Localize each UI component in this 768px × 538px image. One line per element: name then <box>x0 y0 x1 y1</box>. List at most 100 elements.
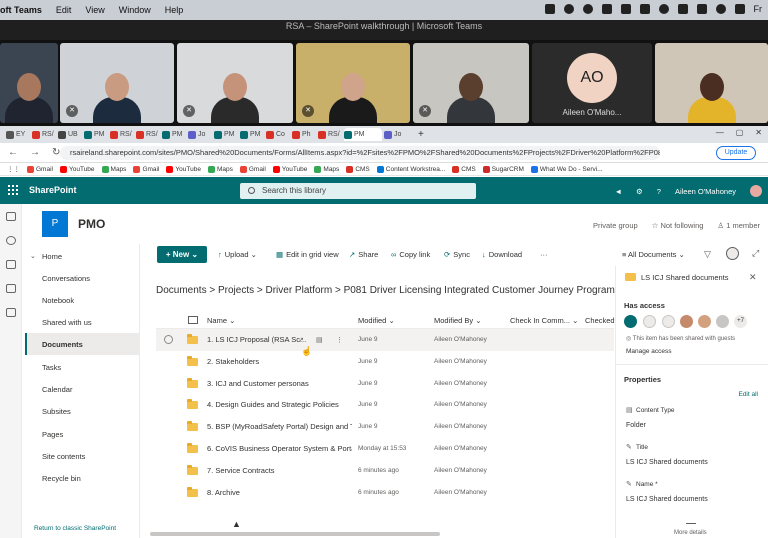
forward-icon[interactable]: → <box>30 147 44 158</box>
browser-tab[interactable]: PM <box>84 128 108 141</box>
access-more-count[interactable]: +7 <box>734 315 747 328</box>
menu-help[interactable]: Help <box>165 5 184 15</box>
tray-app-icon[interactable] <box>544 4 555 14</box>
nav-item-home[interactable]: Home <box>42 252 62 261</box>
modified-by-cell[interactable]: Aileen O'Mahoney <box>434 489 487 496</box>
new-tab-button[interactable]: + <box>418 129 424 140</box>
download-button[interactable]: ↓ Download <box>482 250 522 259</box>
file-name-link[interactable]: 3. ICJ and Customer personas <box>207 379 352 388</box>
access-avatar[interactable] <box>624 315 637 328</box>
browser-tab[interactable]: RS/ <box>318 128 342 141</box>
access-avatar[interactable] <box>716 315 729 328</box>
close-panel-icon[interactable]: ✕ <box>749 272 757 283</box>
nav-item-recycle-bin[interactable]: Recycle bin <box>42 474 81 483</box>
nav-item-documents[interactable]: Documents <box>42 340 83 349</box>
news-icon[interactable] <box>6 260 16 269</box>
megaphone-icon[interactable]: ◄ <box>615 187 622 196</box>
modified-by-cell[interactable]: Aileen O'Mahoney <box>434 358 487 365</box>
manage-access-link[interactable]: Manage access <box>626 348 672 355</box>
nav-item-tasks[interactable]: Tasks <box>42 363 61 372</box>
bookmark-item[interactable]: Gmail <box>133 165 159 173</box>
close-icon[interactable]: ✕ <box>755 128 762 137</box>
browser-tab[interactable]: PM <box>214 128 238 141</box>
nav-item-site-contents[interactable]: Site contents <box>42 452 85 461</box>
menu-edit[interactable]: Edit <box>56 5 72 15</box>
modified-by-cell[interactable]: Aileen O'Mahoney <box>434 467 487 474</box>
more-row-icon[interactable]: ⋮ <box>336 336 343 344</box>
wifi-icon[interactable] <box>715 4 726 14</box>
modified-by-cell[interactable]: Aileen O'Mahoney <box>434 336 487 343</box>
browser-tab[interactable]: UB <box>58 128 82 141</box>
browser-tab[interactable]: Co <box>266 128 290 141</box>
name-value[interactable]: LS ICJ Shared documents <box>626 496 708 503</box>
column-check-in-comment[interactable]: Check In Comm... ⌄ <box>510 316 578 325</box>
bookmark-item[interactable]: Gmail <box>239 165 266 173</box>
table-row[interactable]: 6. CoVIS Business Operator System & Port… <box>156 438 614 460</box>
nav-item-conversations[interactable]: Conversations <box>42 274 90 283</box>
browser-tab[interactable]: EY <box>6 128 30 141</box>
file-type-icon[interactable] <box>188 316 198 324</box>
edit-all-link[interactable]: Edit all <box>738 391 758 398</box>
home-icon[interactable] <box>6 212 16 221</box>
bookmark-item[interactable]: CMS <box>346 165 370 173</box>
video-tile[interactable]: ✕ <box>60 43 174 123</box>
video-tile[interactable] <box>0 43 58 123</box>
tray-app-icon[interactable] <box>601 4 612 14</box>
title-value[interactable]: LS ICJ Shared documents <box>626 459 708 466</box>
bluetooth-icon[interactable] <box>677 4 688 14</box>
browser-tab[interactable]: PM <box>240 128 264 141</box>
file-name-link[interactable]: 5. BSP (MyRoadSafety Portal) Design and … <box>207 422 352 431</box>
apps-grid-icon[interactable]: ⋮⋮ <box>7 165 20 173</box>
column-name[interactable]: Name ⌄ <box>207 316 235 325</box>
follow-button[interactable]: ☆ Not following <box>652 221 704 230</box>
bookmark-item[interactable]: YouTube <box>272 165 307 173</box>
access-people-icon[interactable] <box>662 315 675 328</box>
minimize-icon[interactable]: — <box>716 128 724 137</box>
address-bar[interactable]: rsaireland.sharepoint.com/sites/PMO/Shar… <box>60 146 660 160</box>
nav-item-shared-with-us[interactable]: Shared with us <box>42 318 92 327</box>
video-tile[interactable] <box>655 43 768 123</box>
copy-row-icon[interactable]: ▤ <box>316 336 323 344</box>
tray-app-icon[interactable] <box>582 4 593 14</box>
browser-tab[interactable]: Jo <box>384 128 408 141</box>
table-row[interactable]: 5. BSP (MyRoadSafety Portal) Design and … <box>156 416 614 438</box>
user-name[interactable]: Aileen O'Mahoney <box>675 187 736 196</box>
bookmark-item[interactable]: YouTube <box>59 165 95 173</box>
menu-view[interactable]: View <box>85 5 104 15</box>
bookmark-item[interactable]: YouTube <box>166 165 201 173</box>
bookmark-item[interactable]: Gmail <box>27 165 53 173</box>
search-input[interactable]: Search this library <box>240 183 476 199</box>
globe-icon[interactable] <box>6 236 16 245</box>
modified-by-cell[interactable]: Aileen O'Mahoney <box>434 380 487 387</box>
table-row[interactable]: 1. LS ICJ Proposal (RSA Sc... ↗ ▤ ⋮ June 9 Ai… <box>156 329 614 351</box>
share-button[interactable]: ↗ Share <box>349 250 378 259</box>
browser-tab[interactable]: RS/ <box>32 128 56 141</box>
modified-by-cell[interactable]: Aileen O'Mahoney <box>434 445 487 452</box>
browser-tab[interactable]: PM <box>344 128 382 141</box>
members-button[interactable]: ♙ 1 member <box>717 221 760 230</box>
bookmark-item[interactable]: Maps <box>314 165 339 173</box>
tray-app-icon[interactable] <box>639 4 650 14</box>
bookmark-item[interactable]: What We Do - Servi... <box>530 165 603 173</box>
breadcrumb[interactable]: Documents > Projects > Driver Platform >… <box>156 285 616 296</box>
access-avatar[interactable] <box>680 315 693 328</box>
more-details-link[interactable]: More details <box>674 530 707 536</box>
column-modified-by[interactable]: Modified By ⌄ <box>434 316 482 325</box>
modified-by-cell[interactable]: Aileen O'Mahoney <box>434 401 487 408</box>
file-name-link[interactable]: 6. CoVIS Business Operator System & Port… <box>207 444 352 453</box>
access-link-icon[interactable] <box>643 315 656 328</box>
share-row-icon[interactable]: ↗ <box>298 336 304 344</box>
control-center-icon[interactable] <box>734 4 745 14</box>
bookmark-item[interactable]: SugarCRM <box>482 165 524 173</box>
expand-icon[interactable]: ⤢ <box>752 248 759 259</box>
browser-tab[interactable]: Jo <box>188 128 212 141</box>
bookmark-item[interactable]: CMS <box>452 165 476 173</box>
nav-item-pages[interactable]: Pages <box>42 430 63 439</box>
tray-app-icon[interactable] <box>620 4 631 14</box>
browser-tab[interactable]: PM <box>162 128 186 141</box>
video-tile[interactable]: ✕ <box>296 43 410 123</box>
file-icon[interactable] <box>6 284 16 293</box>
column-checked-out[interactable]: Checked <box>585 316 615 325</box>
update-button[interactable]: Update <box>716 146 756 160</box>
back-icon[interactable]: ← <box>8 147 22 158</box>
